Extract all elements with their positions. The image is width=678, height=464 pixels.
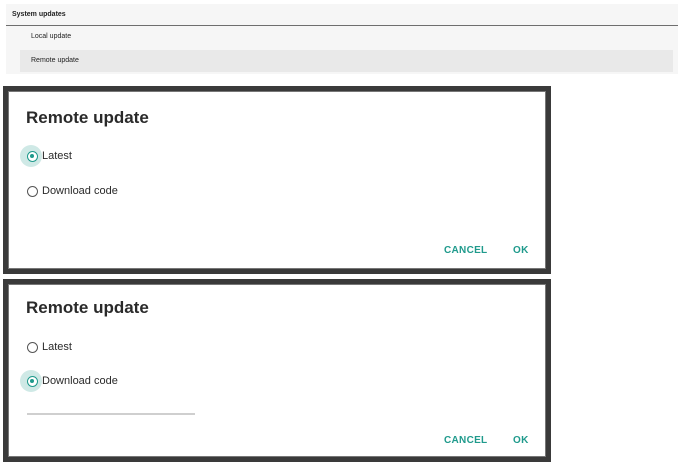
- radio-selected-icon[interactable]: [27, 375, 38, 387]
- remote-update-dialog-latest: Remote update Latest Download code CANCE…: [3, 86, 551, 274]
- remote-update-dialog-download-code: Remote update Latest Download code CANCE…: [3, 279, 551, 462]
- system-updates-panel: System updates Local update Remote updat…: [6, 4, 678, 74]
- dialog-title: Remote update: [26, 298, 149, 317]
- radio-unselected-icon[interactable]: [27, 185, 38, 197]
- radio-selected-icon[interactable]: [27, 150, 38, 162]
- download-code-label: Download code: [42, 185, 118, 197]
- download-code-label: Download code: [42, 375, 118, 387]
- latest-radio-option[interactable]: Latest: [22, 335, 72, 359]
- dialog-title: Remote update: [26, 108, 149, 127]
- remote-update-item[interactable]: Remote update: [20, 50, 673, 72]
- ok-button[interactable]: OK: [513, 245, 529, 256]
- system-updates-header: System updates: [6, 4, 678, 26]
- download-code-radio-option[interactable]: Download code: [22, 179, 118, 203]
- latest-label: Latest: [42, 341, 72, 353]
- latest-label: Latest: [42, 150, 72, 162]
- latest-radio-option[interactable]: Latest: [20, 144, 72, 168]
- local-update-item[interactable]: Local update: [20, 26, 673, 48]
- radio-unselected-icon[interactable]: [27, 341, 38, 353]
- cancel-button[interactable]: CANCEL: [444, 435, 487, 446]
- download-code-input[interactable]: [27, 413, 195, 415]
- download-code-radio-option[interactable]: Download code: [20, 369, 118, 393]
- cancel-button[interactable]: CANCEL: [444, 245, 487, 256]
- ok-button[interactable]: OK: [513, 435, 529, 446]
